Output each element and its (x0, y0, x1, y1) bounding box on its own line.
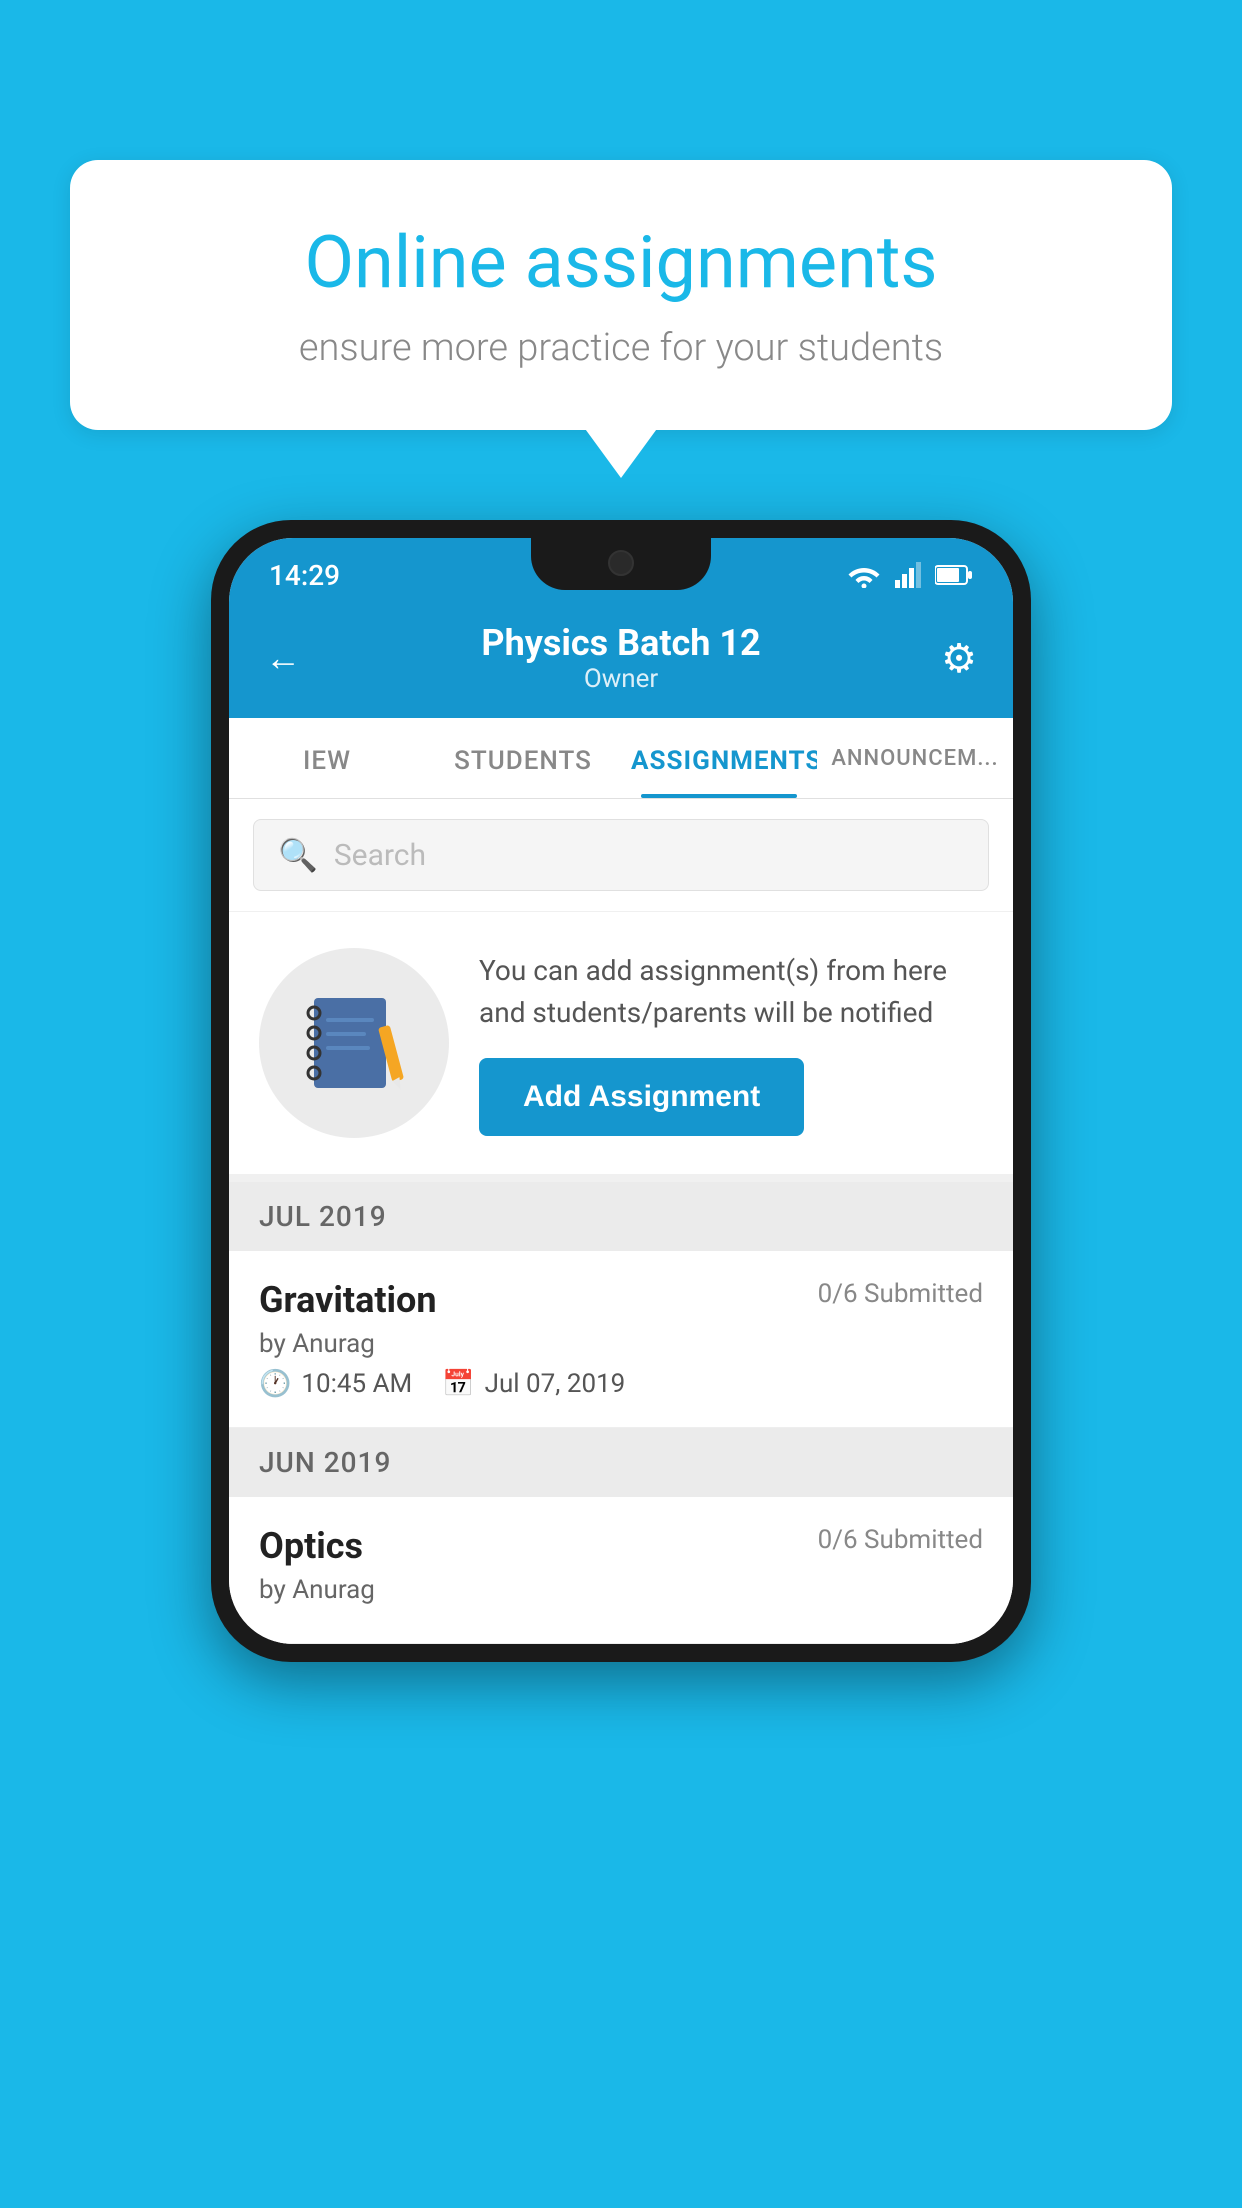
prompt-description: You can add assignment(s) from here and … (479, 950, 983, 1034)
month-header-jun: JUN 2019 (229, 1428, 1013, 1497)
phone-container: 14:29 (211, 520, 1031, 1662)
assignment-row-top-optics: Optics 0/6 Submitted (259, 1525, 983, 1567)
tab-students[interactable]: STUDENTS (425, 718, 621, 798)
add-assignment-button[interactable]: Add Assignment (479, 1058, 804, 1136)
signal-icon (895, 562, 921, 588)
search-icon: 🔍 (278, 836, 318, 874)
prompt-text-section: You can add assignment(s) from here and … (479, 950, 983, 1136)
settings-icon[interactable]: ⚙ (941, 635, 977, 682)
search-container: 🔍 Search (229, 799, 1013, 912)
tab-assignments[interactable]: ASSIGNMENTS (621, 718, 817, 798)
speech-bubble-title: Online assignments (140, 220, 1102, 306)
phone-notch (531, 538, 711, 590)
phone-frame: 14:29 (211, 520, 1031, 1662)
header-title: Physics Batch 12 (481, 622, 760, 664)
month-header-jul: JUL 2019 (229, 1182, 1013, 1251)
meta-time: 🕐 10:45 AM (259, 1369, 412, 1399)
phone-camera (608, 550, 634, 576)
assignment-time: 10:45 AM (301, 1369, 412, 1399)
assignment-name: Gravitation (259, 1279, 437, 1321)
assignment-by-optics: by Anurag (259, 1575, 983, 1605)
assignment-date: Jul 07, 2019 (485, 1369, 626, 1399)
tab-iew[interactable]: IEW (229, 718, 425, 798)
meta-date: 📅 Jul 07, 2019 (442, 1369, 625, 1399)
calendar-icon: 📅 (442, 1369, 474, 1399)
tabs-container: IEW STUDENTS ASSIGNMENTS ANNOUNCEM... (229, 718, 1013, 799)
battery-icon (935, 564, 973, 586)
assignment-submitted-optics: 0/6 Submitted (818, 1525, 983, 1555)
app-header: ← Physics Batch 12 Owner ⚙ (229, 602, 1013, 718)
back-button[interactable]: ← (265, 637, 301, 679)
speech-bubble-subtitle: ensure more practice for your students (140, 326, 1102, 370)
prompt-section: You can add assignment(s) from here and … (229, 912, 1013, 1182)
assignment-name-optics: Optics (259, 1525, 363, 1567)
notebook-icon-circle (259, 948, 449, 1138)
search-input[interactable]: Search (334, 838, 426, 873)
notebook-icon (304, 988, 404, 1098)
phone-screen: 14:29 (229, 538, 1013, 1644)
assignment-item-optics[interactable]: Optics 0/6 Submitted by Anurag (229, 1497, 1013, 1644)
assignment-row-top: Gravitation 0/6 Submitted (259, 1279, 983, 1321)
header-subtitle: Owner (481, 664, 760, 694)
speech-bubble-container: Online assignments ensure more practice … (70, 160, 1172, 430)
speech-bubble: Online assignments ensure more practice … (70, 160, 1172, 430)
header-center: Physics Batch 12 Owner (481, 622, 760, 694)
assignment-by: by Anurag (259, 1329, 983, 1359)
tab-announcements[interactable]: ANNOUNCEM... (817, 718, 1013, 798)
status-icons (847, 562, 973, 588)
assignment-submitted: 0/6 Submitted (818, 1279, 983, 1309)
search-bar[interactable]: 🔍 Search (253, 819, 989, 891)
assignment-item-gravitation[interactable]: Gravitation 0/6 Submitted by Anurag 🕐 10… (229, 1251, 1013, 1428)
clock-icon: 🕐 (259, 1369, 291, 1399)
wifi-icon (847, 562, 881, 588)
assignment-meta: 🕐 10:45 AM 📅 Jul 07, 2019 (259, 1369, 983, 1399)
status-time: 14:29 (269, 559, 340, 592)
